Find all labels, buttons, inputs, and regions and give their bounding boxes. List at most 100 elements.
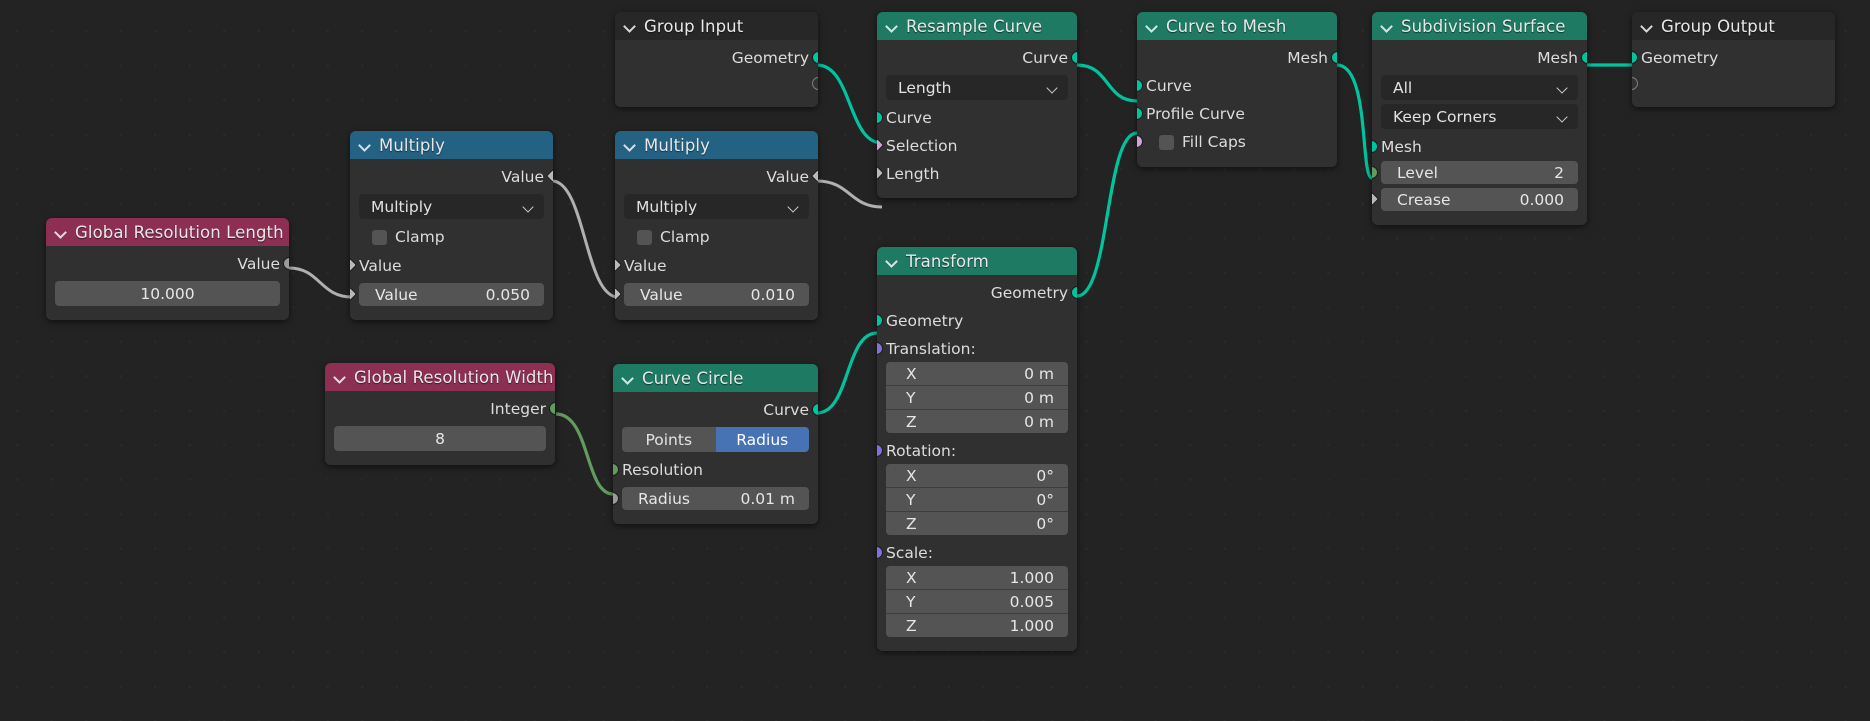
chevron-down-icon[interactable] xyxy=(334,370,347,383)
node-header[interactable]: Multiply xyxy=(615,131,818,159)
node-curve-circle[interactable]: Curve Circle Curve Points Radius Resolut… xyxy=(613,364,818,524)
chevron-down-icon[interactable] xyxy=(886,254,899,267)
uv-smooth-dropdown[interactable]: All xyxy=(1381,75,1578,100)
translation-y-row[interactable]: Y 0 m xyxy=(886,386,1068,410)
node-curve-to-mesh[interactable]: Curve to Mesh Mesh Curve Profile Curve F… xyxy=(1137,12,1337,167)
mode-dropdown[interactable]: Length xyxy=(886,75,1068,100)
node-transform[interactable]: Transform Geometry Geometry Translation: xyxy=(877,247,1077,651)
mode-radius-button[interactable]: Radius xyxy=(715,427,809,452)
fill-caps-row[interactable]: Fill Caps xyxy=(1137,131,1337,153)
socket-input-rotation[interactable] xyxy=(877,444,883,457)
fill-caps-checkbox[interactable] xyxy=(1159,134,1174,150)
chevron-down-icon[interactable] xyxy=(55,225,68,238)
node-header[interactable]: Curve to Mesh xyxy=(1137,12,1337,40)
socket-input-fill-caps[interactable] xyxy=(1137,135,1143,148)
translation-x-row[interactable]: X 0 m xyxy=(886,362,1068,386)
socket-input-scale[interactable] xyxy=(877,546,883,559)
socket-output-value[interactable] xyxy=(810,168,818,184)
chevron-down-icon[interactable] xyxy=(622,371,635,384)
socket-input-radius[interactable] xyxy=(613,492,619,505)
socket-input-value-b[interactable] xyxy=(615,286,623,302)
operation-dropdown[interactable]: Multiply xyxy=(359,194,544,219)
chevron-down-icon[interactable] xyxy=(624,138,637,151)
socket-input-resolution[interactable] xyxy=(613,463,619,476)
value-field[interactable]: 10.000 xyxy=(55,281,280,306)
socket-output-value[interactable] xyxy=(283,257,289,270)
rotation-vector-field[interactable]: X 0° Y 0° Z 0° xyxy=(886,464,1068,535)
socket-input-curve[interactable] xyxy=(1137,79,1143,92)
node-header[interactable]: Transform xyxy=(877,247,1077,275)
socket-input-translation[interactable] xyxy=(877,342,883,355)
node-header[interactable]: Curve Circle xyxy=(613,364,818,392)
socket-input-value-b[interactable] xyxy=(350,286,358,302)
chevron-down-icon[interactable] xyxy=(886,19,899,32)
operation-dropdown[interactable]: Multiply xyxy=(624,194,809,219)
chevron-down-icon[interactable] xyxy=(359,138,372,151)
level-field[interactable]: Level 2 xyxy=(1381,161,1578,184)
radius-field[interactable]: Radius 0.01 m xyxy=(622,487,809,510)
mode-points-button[interactable]: Points xyxy=(622,427,716,452)
node-global-resolution-width[interactable]: Global Resolution Width Integer 8 xyxy=(325,363,555,465)
socket-output-geometry[interactable] xyxy=(1071,286,1077,299)
chevron-down-icon[interactable] xyxy=(1641,19,1654,32)
socket-output-curve[interactable] xyxy=(1071,51,1077,64)
clamp-checkbox[interactable] xyxy=(372,229,387,245)
node-header[interactable]: Resample Curve xyxy=(877,12,1077,40)
clamp-checkbox-row[interactable]: Clamp xyxy=(350,226,553,248)
value-field[interactable]: Value 0.050 xyxy=(359,283,544,306)
crease-field[interactable]: Crease 0.000 xyxy=(1381,188,1578,211)
socket-input-level[interactable] xyxy=(1372,166,1378,179)
chevron-down-icon[interactable] xyxy=(1381,19,1394,32)
node-subdivision-surface[interactable]: Subdivision Surface Mesh All Keep Corner… xyxy=(1372,12,1587,225)
translation-vector-field[interactable]: X 0 m Y 0 m Z 0 m xyxy=(886,362,1068,433)
socket-output-mesh[interactable] xyxy=(1331,51,1337,64)
integer-field[interactable]: 8 xyxy=(334,426,546,451)
rotation-y-row[interactable]: Y 0° xyxy=(886,488,1068,512)
socket-input-geometry[interactable] xyxy=(877,314,883,327)
clamp-checkbox-row[interactable]: Clamp xyxy=(615,226,818,248)
socket-output-value[interactable] xyxy=(545,168,553,184)
socket-output-mesh[interactable] xyxy=(1581,51,1587,64)
rotation-z-row[interactable]: Z 0° xyxy=(886,512,1068,535)
socket-output-integer[interactable] xyxy=(549,402,555,415)
socket-input-selection[interactable] xyxy=(877,137,885,153)
socket-input-crease[interactable] xyxy=(1372,191,1380,207)
rotation-x-row[interactable]: X 0° xyxy=(886,464,1068,488)
scale-z-row[interactable]: Z 1.000 xyxy=(886,614,1068,637)
clamp-checkbox[interactable] xyxy=(637,229,652,245)
node-header[interactable]: Multiply xyxy=(350,131,553,159)
scale-vector-field[interactable]: X 1.000 Y 0.005 Z 1.000 xyxy=(886,566,1068,637)
node-header[interactable]: Global Resolution Width xyxy=(325,363,555,391)
mode-toggle-group[interactable]: Points Radius xyxy=(622,427,809,452)
node-header[interactable]: Group Output xyxy=(1632,12,1835,40)
socket-input-length[interactable] xyxy=(877,165,885,181)
node-group-input[interactable]: Group Input Geometry xyxy=(615,12,818,107)
node-multiply-a[interactable]: Multiply Value Multiply Clamp Value Valu… xyxy=(350,131,553,320)
socket-input-geometry[interactable] xyxy=(1632,51,1638,64)
node-multiply-b[interactable]: Multiply Value Multiply Clamp Value Valu… xyxy=(615,131,818,320)
translation-z-row[interactable]: Z 0 m xyxy=(886,410,1068,433)
socket-output-curve[interactable] xyxy=(812,403,818,416)
socket-input-value-a[interactable] xyxy=(350,257,358,273)
value-field[interactable]: Value 0.010 xyxy=(624,283,809,306)
node-header[interactable]: Group Input xyxy=(615,12,818,40)
node-resample-curve[interactable]: Resample Curve Curve Length Curve Select… xyxy=(877,12,1077,198)
socket-input-value-a[interactable] xyxy=(615,257,623,273)
node-editor-canvas[interactable]: Global Resolution Length Value 10.000 Gl… xyxy=(0,0,1870,721)
boundary-smooth-dropdown[interactable]: Keep Corners xyxy=(1381,104,1578,129)
socket-input-profile-curve[interactable] xyxy=(1137,107,1143,120)
chevron-down-icon[interactable] xyxy=(1146,19,1159,32)
node-group-output[interactable]: Group Output Geometry xyxy=(1632,12,1835,107)
node-header[interactable]: Global Resolution Length xyxy=(46,218,289,246)
chevron-down-icon[interactable] xyxy=(624,19,637,32)
socket-input-mesh[interactable] xyxy=(1372,140,1378,153)
socket-input-new[interactable] xyxy=(1632,77,1638,90)
scale-x-row[interactable]: X 1.000 xyxy=(886,566,1068,590)
wire-curve-to-mesh-to-subdiv xyxy=(1336,63,1374,180)
node-header[interactable]: Subdivision Surface xyxy=(1372,12,1587,40)
node-global-resolution-length[interactable]: Global Resolution Length Value 10.000 xyxy=(46,218,289,320)
socket-output-new[interactable] xyxy=(812,77,818,90)
socket-input-curve[interactable] xyxy=(877,111,883,124)
scale-y-row[interactable]: Y 0.005 xyxy=(886,590,1068,614)
socket-output-geometry[interactable] xyxy=(812,51,818,64)
